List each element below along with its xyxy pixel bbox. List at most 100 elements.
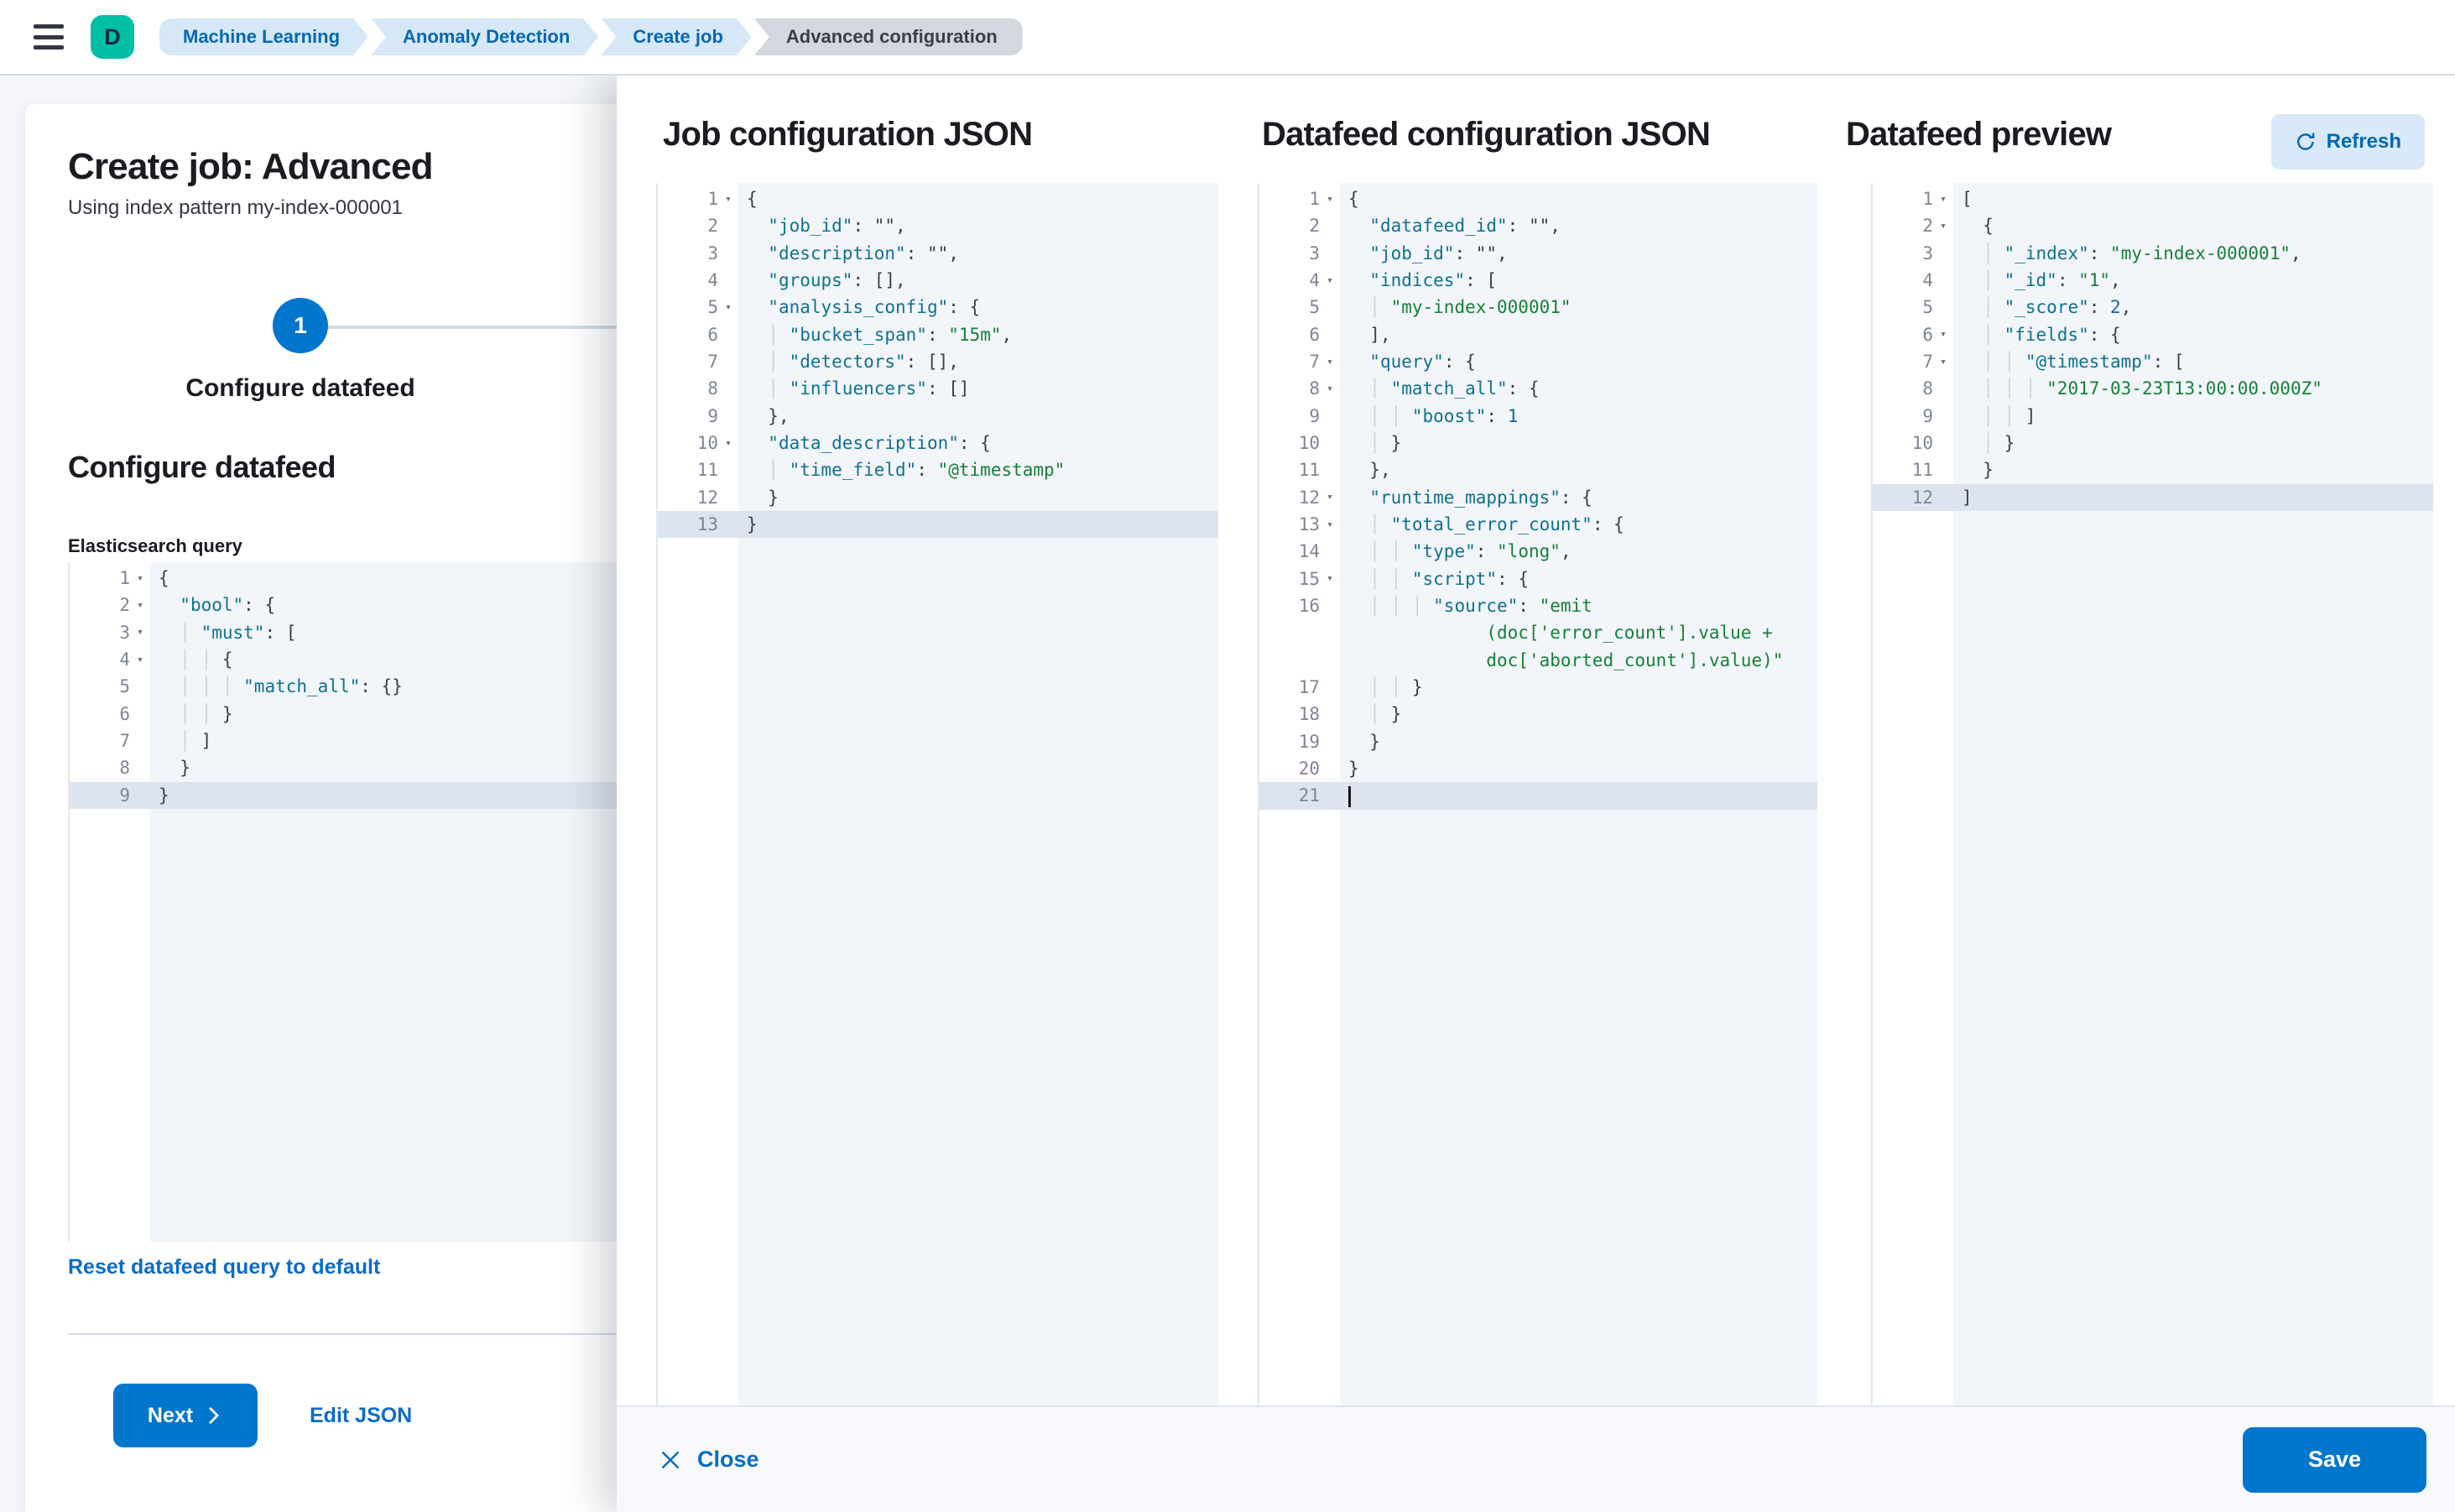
gutter-line[interactable]: 18	[1259, 701, 1340, 727]
gutter-line[interactable]: 3	[658, 240, 738, 267]
gutter-line[interactable]: 13▾	[1259, 511, 1340, 538]
code-line[interactable]	[1340, 782, 1817, 809]
code-line[interactable]: │ "must": [	[150, 619, 617, 646]
gutter-line[interactable]: 17	[1259, 674, 1340, 701]
editor-code[interactable]: [ { │ "_index": "my-index-000001", │ "_i…	[1953, 183, 2433, 1405]
code-line[interactable]: "description": "",	[738, 240, 1218, 267]
gutter-line[interactable]: 5▾	[658, 294, 738, 321]
code-line[interactable]: │ │ │ "match_all": {}	[150, 673, 617, 700]
close-button[interactable]: Close	[659, 1447, 759, 1473]
gutter-line[interactable]: 7	[658, 348, 738, 375]
gutter-line[interactable]: 3	[1873, 240, 1953, 267]
step-1-indicator[interactable]: 1	[273, 298, 328, 353]
code-line[interactable]: }	[1953, 456, 2433, 483]
next-button[interactable]: Next	[113, 1384, 258, 1447]
gutter-line[interactable]: 14	[1259, 538, 1340, 565]
breadcrumb-item[interactable]: Create job	[601, 18, 752, 55]
gutter-line[interactable]: 21	[1259, 782, 1340, 809]
gutter-line[interactable]: 4▾	[70, 646, 150, 673]
editor-gutter[interactable]: 1▾2345▾678910▾111213	[658, 183, 738, 1405]
code-line[interactable]: │ │ "@timestamp": [	[1953, 348, 2433, 375]
code-line[interactable]: "bool": {	[150, 592, 617, 618]
gutter-line[interactable]: 11	[1873, 456, 1953, 483]
gutter-line[interactable]: 6	[70, 701, 150, 727]
code-line[interactable]: (doc['error_count'].value +	[1340, 619, 1817, 646]
gutter-line[interactable]: 3▾	[70, 619, 150, 646]
code-line[interactable]: {	[1953, 212, 2433, 239]
editor-code[interactable]: { "job_id": "", "description": "", "grou…	[738, 183, 1218, 1405]
code-line[interactable]: "indices": [	[1340, 267, 1817, 294]
gutter-line[interactable]: 12	[658, 484, 738, 511]
gutter-line[interactable]: 13	[658, 511, 738, 538]
gutter-line[interactable]: 15▾	[1259, 566, 1340, 592]
gutter-line[interactable]: 10	[1873, 430, 1953, 456]
gutter-line[interactable]: 12▾	[1259, 484, 1340, 511]
code-line[interactable]: │ │ "script": {	[1340, 566, 1817, 592]
code-line[interactable]: │ }	[1953, 430, 2433, 456]
code-line[interactable]: │ }	[1340, 430, 1817, 456]
reset-datafeed-query-link[interactable]: Reset datafeed query to default	[68, 1255, 380, 1280]
gutter-line[interactable]: 2▾	[70, 592, 150, 618]
gutter-line[interactable]: 7	[70, 727, 150, 754]
gutter-line[interactable]: 2	[658, 212, 738, 239]
gutter-line[interactable]: 9	[658, 403, 738, 430]
code-line[interactable]: │ "total_error_count": {	[1340, 511, 1817, 538]
code-line[interactable]: │ "detectors": [],	[738, 348, 1218, 375]
code-line[interactable]: │ │ "type": "long",	[1340, 538, 1817, 565]
gutter-line[interactable]: 16	[1259, 592, 1340, 619]
code-line[interactable]: {	[1340, 185, 1817, 212]
code-line[interactable]: "job_id": "",	[1340, 240, 1817, 267]
gutter-line[interactable]: 2▾	[1873, 212, 1953, 239]
code-line[interactable]: │ │ }	[1340, 674, 1817, 701]
code-line[interactable]: "runtime_mappings": {	[1340, 484, 1817, 511]
code-line[interactable]: },	[1340, 456, 1817, 483]
code-line[interactable]: │ "_id": "1",	[1953, 267, 2433, 294]
gutter-line[interactable]: 1▾	[70, 565, 150, 592]
code-line[interactable]: │ "bucket_span": "15m",	[738, 321, 1218, 348]
code-line[interactable]: │ │ ]	[1953, 403, 2433, 430]
gutter-line[interactable]: 5	[1873, 294, 1953, 321]
refresh-button[interactable]: Refresh	[2271, 114, 2425, 169]
gutter-line[interactable]: 6	[1259, 321, 1340, 348]
editor-code[interactable]: { "bool": { │ "must": [ │ │ { │ │ │ "mat…	[150, 562, 617, 1242]
gutter-line[interactable]: 1▾	[658, 185, 738, 212]
job-config-editor[interactable]: 1▾2345▾678910▾111213 { "job_id": "", "de…	[656, 183, 1218, 1405]
gutter-line[interactable]: 9	[1259, 403, 1340, 430]
gutter-line[interactable]: 6▾	[1873, 321, 1953, 348]
code-line[interactable]: │ │ }	[150, 701, 617, 727]
gutter-line[interactable]: 9	[70, 782, 150, 809]
code-line[interactable]: │ ]	[150, 727, 617, 754]
code-line[interactable]: }	[150, 754, 617, 781]
code-line[interactable]: "datafeed_id": "",	[1340, 212, 1817, 239]
gutter-line[interactable]: 8	[1873, 375, 1953, 402]
gutter-line[interactable]: 5	[70, 673, 150, 700]
gutter-line[interactable]: 4	[658, 267, 738, 294]
gutter-line[interactable]: 7▾	[1259, 348, 1340, 375]
code-line[interactable]: ],	[1340, 321, 1817, 348]
code-line[interactable]: │ │ │ "2017-03-23T13:00:00.000Z"	[1953, 375, 2433, 402]
code-line[interactable]: │ "fields": {	[1953, 321, 2433, 348]
elasticsearch-query-editor[interactable]: 1▾2▾3▾4▾56789 { "bool": { │ "must": [ │ …	[68, 562, 617, 1242]
gutter-line[interactable]: 8	[658, 375, 738, 402]
gutter-line[interactable]: 10	[1259, 430, 1340, 456]
gutter-line[interactable]: 4	[1873, 267, 1953, 294]
code-line[interactable]: │ │ {	[150, 646, 617, 673]
gutter-line[interactable]: 8▾	[1259, 375, 1340, 402]
gutter-line[interactable]: 1▾	[1259, 185, 1340, 212]
gutter-line[interactable]	[1259, 619, 1340, 646]
gutter-line[interactable]: 19	[1259, 728, 1340, 755]
code-line[interactable]: │ "_index": "my-index-000001",	[1953, 240, 2433, 267]
code-line[interactable]: │ "time_field": "@timestamp"	[738, 456, 1218, 483]
save-button[interactable]: Save	[2243, 1427, 2426, 1493]
code-line[interactable]: doc['aborted_count'].value)"	[1340, 647, 1817, 674]
breadcrumb-item[interactable]: Anomaly Detection	[371, 18, 598, 55]
gutter-line[interactable]: 20	[1259, 755, 1340, 782]
datafeed-config-editor[interactable]: 1▾234▾567▾8▾9101112▾13▾1415▾161718192021…	[1258, 183, 1817, 1405]
code-line[interactable]: "groups": [],	[738, 267, 1218, 294]
gutter-line[interactable]	[1259, 647, 1340, 674]
editor-code[interactable]: { "datafeed_id": "", "job_id": "", "indi…	[1340, 183, 1817, 1405]
gutter-line[interactable]: 1▾	[1873, 185, 1953, 212]
code-line[interactable]: ]	[1953, 484, 2433, 511]
code-line[interactable]: }	[1340, 728, 1817, 755]
code-line[interactable]: "query": {	[1340, 348, 1817, 375]
